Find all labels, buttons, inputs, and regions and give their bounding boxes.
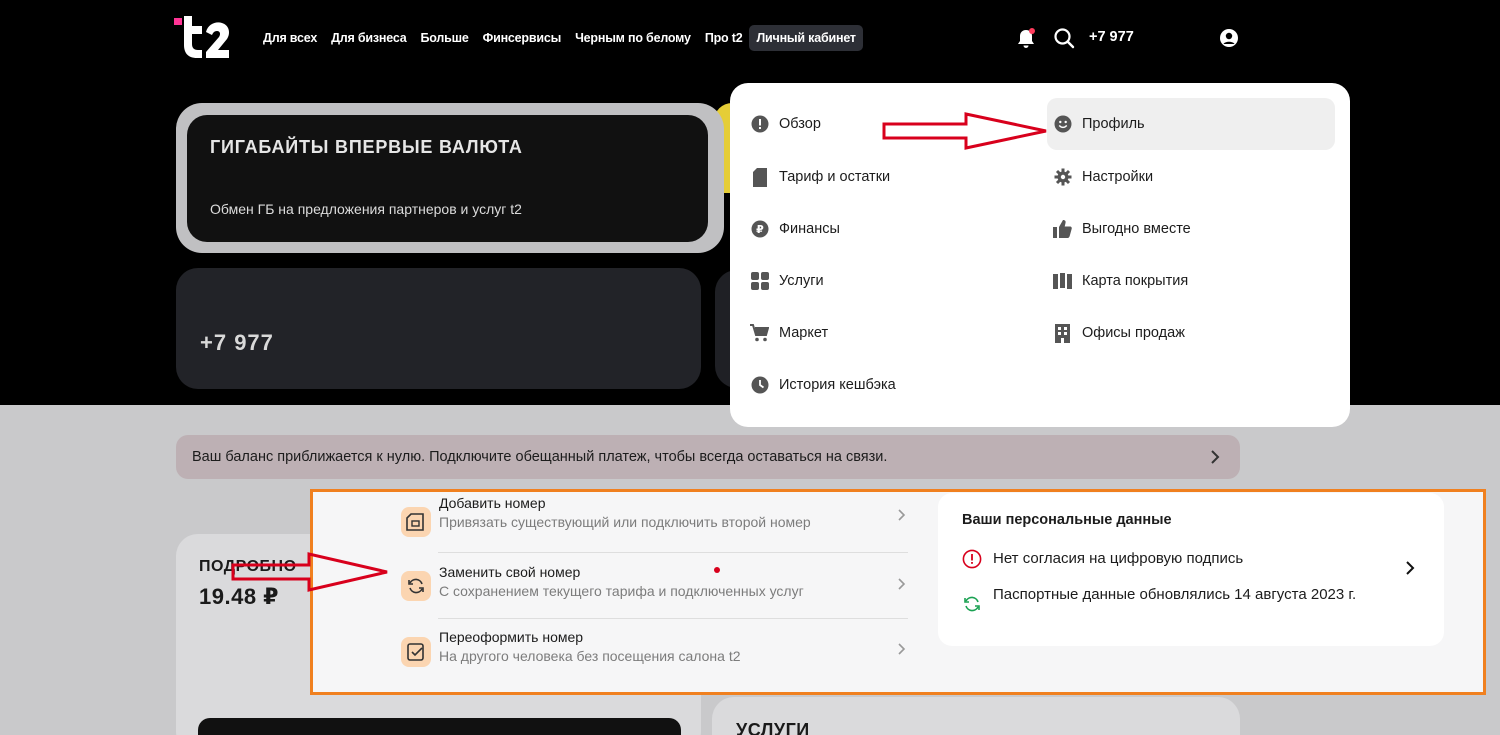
menu-item-label: Услуги: [779, 273, 824, 289]
row-title: Заменить свой номер: [439, 564, 581, 580]
row-subtitle: На другого человека без посещения салона…: [439, 648, 741, 664]
chevron-right-icon[interactable]: [1208, 448, 1222, 466]
menu-item-finance[interactable]: ₽ Финансы: [730, 203, 1010, 255]
row-title: Добавить номер: [439, 495, 546, 511]
menu-item-label: Выгодно вместе: [1082, 221, 1191, 237]
promo-card-inner: [187, 115, 708, 242]
menu-item-label: Обзор: [779, 116, 821, 132]
search-icon[interactable]: [1053, 27, 1075, 49]
personal-data-title: Ваши персональные данные: [962, 512, 1172, 528]
main-nav: Для всех Для бизнеса Больше Финсервисы Ч…: [256, 24, 863, 52]
menu-item-tariff[interactable]: Тариф и остатки: [730, 151, 1010, 203]
menu-item-label: Маркет: [779, 325, 829, 341]
sim-card-icon: [750, 167, 769, 187]
banner-text: Ваш баланс приближается к нулю. Подключи…: [192, 449, 888, 465]
building-icon: [1053, 323, 1072, 343]
svg-text:₽: ₽: [756, 223, 764, 236]
add-number-row[interactable]: Добавить номер Привязать существующий ил…: [401, 489, 909, 554]
gear-icon: [1053, 168, 1072, 187]
map-icon: [1053, 272, 1072, 291]
menu-item-sales-offices[interactable]: Офисы продаж: [1047, 307, 1335, 359]
replace-number-row[interactable]: Заменить свой номер С сохранением текуще…: [401, 553, 909, 618]
document-check-icon: [401, 636, 431, 667]
row-title: Переоформить номер: [439, 629, 584, 645]
annotation-arrow-profile: [882, 112, 1047, 150]
thumbs-up-icon: [1053, 220, 1072, 239]
menu-item-settings[interactable]: Настройки: [1047, 151, 1335, 203]
passport-update-status: Паспортные данные обновлялись 14 августа…: [993, 586, 1357, 603]
annotation-arrow-replace-number: [231, 552, 388, 592]
header-phone[interactable]: +7 977: [1089, 29, 1134, 45]
bell-icon[interactable]: [1015, 27, 1037, 49]
menu-item-coverage-map[interactable]: Карта покрытия: [1047, 255, 1335, 307]
add-sim-icon: [401, 506, 431, 537]
low-balance-banner[interactable]: Ваш баланс приближается к нулю. Подключи…: [176, 435, 1240, 479]
grid-icon: [750, 272, 769, 291]
refresh-icon: [401, 570, 431, 601]
exclamation-circle-icon: [750, 115, 769, 134]
menu-item-services[interactable]: Услуги: [730, 255, 1010, 307]
clock-icon: [750, 376, 769, 395]
menu-item-cashback-history[interactable]: История кешбэка: [730, 359, 1010, 411]
chevron-right-icon[interactable]: [1404, 560, 1416, 576]
chevron-right-icon: [897, 508, 907, 522]
menu-item-together[interactable]: Выгодно вместе: [1047, 203, 1335, 255]
phone-card-number: +7 977: [200, 330, 274, 355]
row-subtitle: С сохранением текущего тарифа и подключе…: [439, 583, 804, 599]
user-icon[interactable]: [1219, 28, 1241, 50]
chevron-right-icon: [897, 642, 907, 656]
cursor-marker-dot: [714, 567, 720, 573]
warning-circle-icon: [962, 549, 982, 569]
nav-more[interactable]: Больше: [414, 25, 476, 51]
promo-title: ГИГАБАЙТЫ ВПЕРВЫЕ ВАЛЮТА: [210, 137, 523, 157]
digital-signature-status: Нет согласия на цифровую подпись: [993, 550, 1244, 567]
nav-personal-account[interactable]: Личный кабинет: [749, 25, 863, 51]
menu-item-label: Финансы: [779, 221, 840, 237]
sync-icon: [962, 594, 982, 614]
reissue-number-row[interactable]: Переоформить номер На другого человека б…: [401, 619, 909, 684]
phone-card[interactable]: [176, 268, 701, 389]
ruble-coin-icon: ₽: [750, 220, 769, 239]
nav-about-t2[interactable]: Про t2: [698, 25, 750, 51]
nav-business[interactable]: Для бизнеса: [324, 25, 413, 51]
menu-item-label: Офисы продаж: [1082, 325, 1185, 341]
menu-item-profile[interactable]: Профиль: [1047, 98, 1335, 150]
menu-item-label: Настройки: [1082, 169, 1154, 185]
nav-for-all[interactable]: Для всех: [256, 25, 324, 51]
nav-finservices[interactable]: Финсервисы: [476, 25, 568, 51]
cart-icon: [750, 324, 769, 343]
t2-logo[interactable]: [174, 14, 232, 58]
balance-action-button[interactable]: [198, 718, 681, 735]
menu-item-label: Профиль: [1082, 116, 1145, 132]
services-title: УСЛУГИ: [736, 720, 810, 735]
promo-subtitle: Обмен ГБ на предложения партнеров и услу…: [210, 201, 522, 217]
menu-item-label: Карта покрытия: [1082, 273, 1189, 289]
smile-icon: [1053, 115, 1072, 134]
row-subtitle: Привязать существующий или подключить вт…: [439, 514, 811, 530]
menu-item-label: История кешбэка: [779, 377, 896, 393]
chevron-right-icon: [897, 577, 907, 591]
menu-item-label: Тариф и остатки: [779, 169, 891, 185]
menu-item-market[interactable]: Маркет: [730, 307, 1010, 359]
nav-black-on-white[interactable]: Черным по белому: [568, 25, 698, 51]
